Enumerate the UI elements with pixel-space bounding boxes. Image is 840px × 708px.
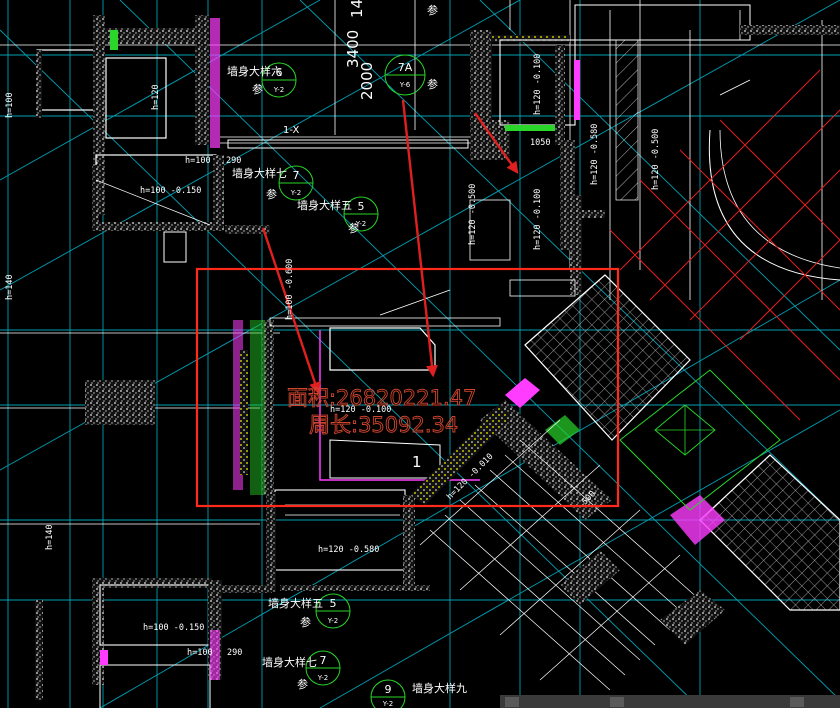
callout-id: 6: [276, 66, 283, 79]
label-290-bottom: 290: [227, 648, 242, 658]
callout-id: 5: [330, 597, 337, 610]
label-axis-1x: 1-X: [283, 125, 299, 136]
label-can: 参: [300, 615, 311, 629]
label-can: 参: [427, 77, 438, 91]
label-h100-left: h=100: [5, 92, 15, 118]
label-can: 参: [427, 3, 438, 17]
label-detail-5-bottom: 墙身大样五: [268, 596, 323, 610]
measure-area-text: 面积:26820221.47: [287, 386, 476, 410]
label-h120-0580-bottom: h=120 -0.580: [318, 545, 379, 555]
label-h120-0500-v: h=120 -0.500: [468, 184, 478, 245]
label-h100-0150-top: h=100 -0.150: [140, 186, 201, 196]
label-h120: h=120: [151, 84, 161, 110]
label-h100-290-bottom: h=100: [187, 648, 213, 658]
label-can: 参: [266, 187, 277, 201]
label-detail-9: 墙身大样九: [412, 681, 467, 695]
label-detail-5-top: 墙身大样五: [297, 198, 352, 212]
callout-sheet: Y-6: [399, 81, 411, 89]
status-bar[interactable]: [500, 695, 840, 708]
label-h100-0150-bottom: h=100 -0.150: [143, 623, 204, 633]
dim-2000: 2000: [358, 62, 376, 100]
label-h100-290: h=100: [185, 156, 211, 166]
label-h100-0600: h=100 -0.600: [285, 259, 295, 320]
label-num-1: 1: [412, 453, 422, 471]
callout-sheet: Y-2: [290, 189, 301, 197]
label-h120-0100-top: h=120 -0.100: [533, 54, 543, 115]
label-can: 参: [297, 677, 308, 691]
label-h120-0100-v: h=120 -0.100: [533, 189, 543, 250]
label-detail-6: 墙身大样六: [227, 64, 282, 78]
label-1050: 1050: [530, 138, 550, 148]
callout-sheet: Y-2: [273, 86, 284, 94]
callout-sheet: Y-2: [327, 617, 338, 625]
label-h120-0580-v: h=120 -0.580: [590, 124, 600, 185]
callout-sheet: Y-2: [317, 674, 328, 682]
dim-140: 140: [348, 0, 366, 18]
cad-drawing-canvas[interactable]: 墙身大样六 参 墙身大样七 参 墙身大样五 参 参 参 墙身大样五 参 墙身大样…: [0, 0, 840, 708]
measure-perimeter-text: 周长:35092.34: [309, 413, 458, 437]
label-h120-0500-right: h=120 -0.500: [651, 129, 661, 190]
callout-id: 5: [358, 200, 365, 213]
callout-id: 7A: [398, 61, 413, 74]
label-h140-bottom: h=140: [45, 524, 55, 550]
label-h140-left: h=140: [5, 274, 15, 300]
callout-sheet: Y-2: [355, 220, 366, 228]
callout-id: 7: [293, 169, 300, 182]
label-detail-7-top: 墙身大样七: [232, 166, 287, 180]
label-detail-7-bottom: 墙身大样七: [262, 655, 317, 669]
label-can: 参: [252, 82, 263, 96]
label-290: 290: [226, 156, 241, 166]
callout-id: 9: [385, 683, 392, 696]
callout-sheet: Y-2: [382, 700, 393, 708]
callout-id: 7: [320, 654, 327, 667]
